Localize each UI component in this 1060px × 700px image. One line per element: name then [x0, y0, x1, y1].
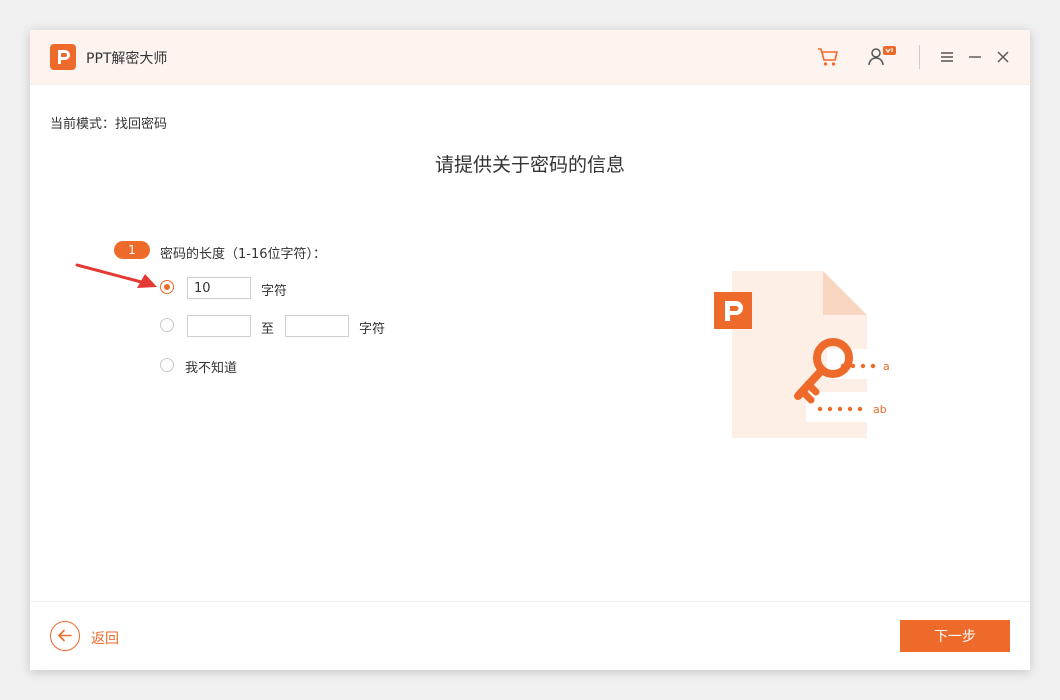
exact-length-input[interactable] — [187, 277, 251, 299]
current-mode-label: 当前模式：找回密码 — [50, 117, 168, 132]
radio-exact-length[interactable] — [160, 280, 174, 294]
next-step-button[interactable]: 下一步 — [900, 620, 1010, 652]
illustration-text-ab: ab — [873, 403, 887, 416]
minimize-icon[interactable] — [966, 48, 984, 66]
radio-unknown-length[interactable] — [160, 358, 174, 372]
back-button[interactable]: 返回 — [91, 628, 119, 648]
user-vip-icon[interactable] — [866, 44, 900, 70]
app-title: PPT解密大师 — [86, 51, 168, 67]
footer-divider — [30, 601, 1030, 602]
range-to-label: 至 — [261, 322, 275, 337]
app-logo-icon — [50, 44, 76, 70]
radio-length-range[interactable] — [160, 318, 174, 332]
step-number-badge: 1 — [114, 241, 150, 259]
page-title: 请提供关于密码的信息 — [434, 154, 625, 176]
title-bar: PPT解密大师 — [30, 30, 1030, 85]
close-icon[interactable] — [994, 48, 1012, 66]
range-unit: 字符 — [359, 322, 386, 337]
menu-icon[interactable] — [938, 48, 956, 66]
range-from-input[interactable] — [187, 315, 251, 337]
exact-length-unit: 字符 — [261, 284, 288, 299]
cart-icon[interactable] — [815, 44, 841, 70]
titlebar-divider — [919, 45, 920, 69]
back-arrow-icon[interactable] — [50, 621, 80, 651]
illustration-text-a: a — [883, 360, 890, 373]
file-key-illustration: a ab — [714, 271, 902, 438]
range-to-input[interactable] — [285, 315, 349, 337]
pointer-arrow-icon — [75, 263, 157, 288]
password-length-label: 密码的长度（1-16位字符）： — [160, 247, 327, 262]
unknown-length-label[interactable]: 我不知道 — [185, 357, 237, 376]
app-window: PPT解密大师 当前模式：找回密码 请提供关于密码的信息 1 密码的长度（1-1… — [30, 30, 1030, 670]
